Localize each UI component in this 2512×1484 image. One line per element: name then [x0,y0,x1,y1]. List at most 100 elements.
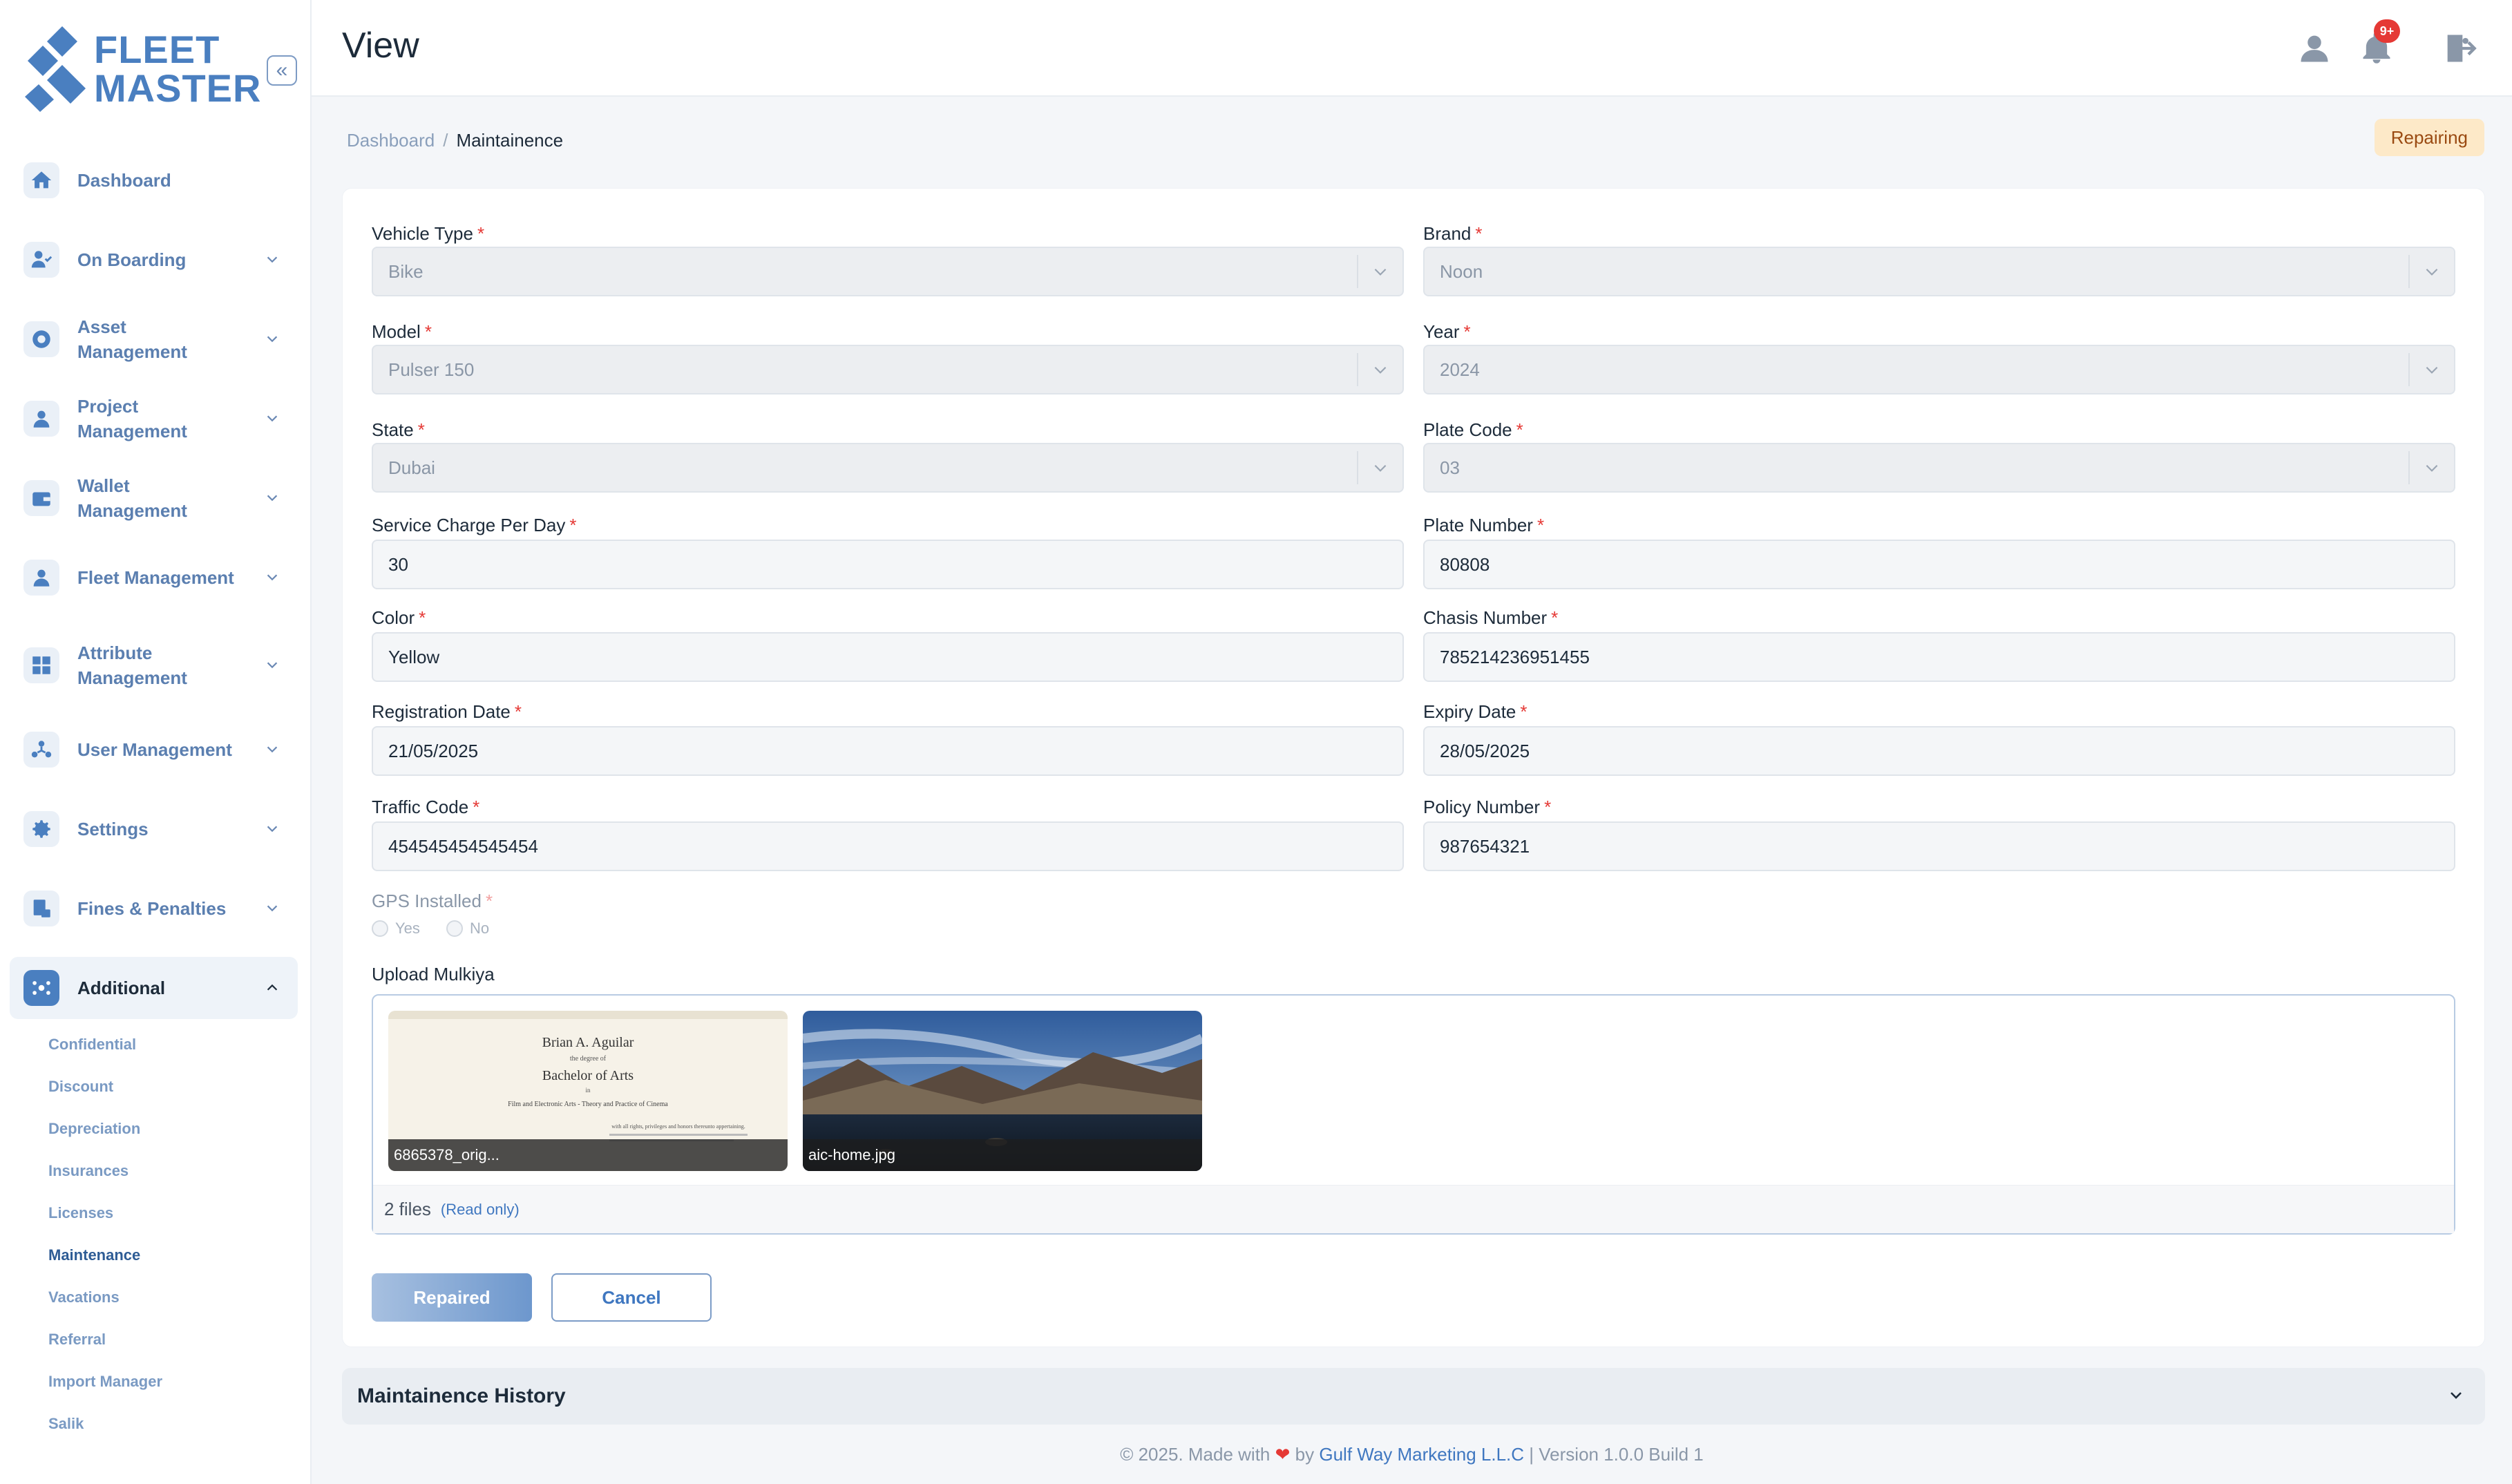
file-count: 2 files [384,1199,431,1219]
repaired-button[interactable]: Repaired [372,1273,532,1322]
sidebar-item-on-boarding[interactable]: On Boarding [10,229,298,291]
sidebar-subitem-insurances[interactable]: Insurances [48,1161,129,1181]
select-value: Dubai [388,457,435,478]
upload-status-bar: 2 files (Read only) [373,1185,2454,1233]
chasis-number-input[interactable]: 785214236951455 [1423,632,2455,682]
color-label: Color * [372,607,426,628]
user-profile-button[interactable] [2296,30,2332,66]
label-text: Registration Date [372,701,511,722]
label-text: Plate Number [1423,515,1533,535]
sidebar-item-label: Fleet Management [77,567,234,588]
sidebar-item-label: Asset Management [77,316,187,362]
sidebar-subitem-licenses[interactable]: Licenses [48,1203,113,1224]
expiry-date-input[interactable]: 28/05/2025 [1423,726,2455,776]
chevron-down-icon [267,415,278,422]
sidebar-subitem-salik[interactable]: Salik [48,1414,84,1434]
gps-no-radio[interactable]: No [446,920,489,938]
chevron-down-icon [267,826,278,833]
label-text: Model [372,321,421,342]
gps-yes-radio[interactable]: Yes [372,920,420,938]
label-text: Brand [1423,223,1472,244]
breadcrumb-separator: / [443,130,448,151]
breadcrumb-dashboard-link[interactable]: Dashboard [347,130,435,151]
top-bar: View 9+ [312,0,2512,97]
wallet-icon [23,480,59,516]
select-value: Noon [1440,260,1483,282]
required-mark: * [1544,797,1552,817]
logo-line-1: FLEET [94,28,220,71]
company-link[interactable]: Gulf Way Marketing L.L.C [1319,1444,1524,1465]
chevron-down-icon [267,905,278,912]
sidebar-item-label: Attribute Management [77,643,187,688]
plate-code-label: Plate Code * [1423,419,1523,440]
file-thumbnail-landscape[interactable]: aic-home.jpg [803,1011,1202,1171]
color-input[interactable]: Yellow [372,632,1404,682]
user-icon [2301,35,2328,62]
sidebar-item-fines-penalties[interactable]: Fines & Penalties [10,877,298,940]
vehicle-type-label: Vehicle Type * [372,223,484,244]
year-select[interactable]: 2024 [1423,345,2455,394]
sidebar-item-asset-management[interactable]: Asset Management [10,308,298,370]
brand-select[interactable]: Noon [1423,247,2455,296]
chevron-down-icon [267,256,278,263]
double-chevron-left-icon: « [276,59,288,82]
sidebar-item-user-management[interactable]: User Management [10,719,298,781]
breadcrumb-current: Maintainence [456,130,564,151]
project-icon [23,401,59,437]
maintenance-history-accordion[interactable]: Maintainence History [342,1368,2485,1425]
fleet-icon [23,560,59,596]
model-select[interactable]: Pulser 150 [372,345,1404,394]
sidebar-item-settings[interactable]: Settings [10,798,298,860]
sidebar-item-additional[interactable]: Additional [10,957,298,1019]
sidebar-item-fleet-management[interactable]: Fleet Management [10,546,298,609]
sidebar-subitem-referral[interactable]: Referral [48,1329,106,1350]
required-mark: * [477,223,485,244]
label-text: Policy Number [1423,797,1541,817]
sidebar-item-dashboard[interactable]: Dashboard [10,149,298,211]
notifications-button[interactable]: 9+ [2359,19,2400,66]
state-select[interactable]: Dubai [372,443,1404,493]
label-text: State [372,419,414,440]
sidebar-item-wallet-management[interactable]: Wallet Management [10,467,298,529]
registration-date-input[interactable]: 21/05/2025 [372,726,1404,776]
service-charge-input[interactable]: 30 [372,540,1404,589]
sidebar-item-label: On Boarding [77,249,187,270]
sidebar-subitem-import-manager[interactable]: Import Manager [48,1371,162,1392]
sidebar-subitem-discount[interactable]: Discount [48,1076,113,1097]
upload-mulkiya-label: Upload Mulkiya [372,964,495,984]
plate-code-select[interactable]: 03 [1423,443,2455,493]
gear-icon [23,811,59,847]
collapse-sidebar-button[interactable]: « [267,55,297,86]
gps-installed-label: GPS Installed * [372,891,493,911]
logout-button[interactable] [2442,30,2477,66]
vehicle-type-select[interactable]: Bike [372,247,1404,296]
cancel-button[interactable]: Cancel [551,1273,712,1322]
sidebar-subitem-depreciation[interactable]: Depreciation [48,1119,140,1139]
file-name: 6865378_orig... [388,1139,788,1171]
attribute-icon [23,647,59,683]
page-title: View [342,26,419,66]
file-thumbnail-certificate[interactable]: Brian A. Aguilar the degree of Bachelor … [388,1011,788,1171]
plate-number-input[interactable]: 80808 [1423,540,2455,589]
select-value: 2024 [1440,359,1480,380]
policy-number-input[interactable]: 987654321 [1423,821,2455,871]
fleet-master-logo[interactable]: FLEET MASTER [22,26,260,112]
required-mark: * [424,321,432,342]
required-mark: * [1520,701,1528,722]
certificate-degree: Bachelor of Arts [542,1068,634,1083]
sidebar-subitem-maintenance[interactable]: Maintenance [48,1245,140,1266]
label-text: Chasis Number [1423,607,1548,628]
traffic-code-input[interactable]: 454545454545454 [372,821,1404,871]
label-text: GPS Installed [372,891,482,911]
sidebar-subitem-confidential[interactable]: Confidential [48,1034,136,1055]
notification-badge: 9+ [2374,19,2400,43]
sidebar-item-attribute-management[interactable]: Attribute Management [10,634,298,696]
sidebar-subitem-vacations[interactable]: Vacations [48,1287,120,1308]
upload-mulkiya-dropzone[interactable]: Brian A. Aguilar the degree of Bachelor … [372,994,2455,1235]
label-text: Year [1423,321,1460,342]
expiry-date-label: Expiry Date * [1423,701,1528,722]
chevron-down-icon [1357,353,1402,386]
sidebar-item-project-management[interactable]: Project Management [10,388,298,450]
accordion-title: Maintainence History [357,1385,566,1407]
sidebar-item-label: Additional [77,978,166,998]
